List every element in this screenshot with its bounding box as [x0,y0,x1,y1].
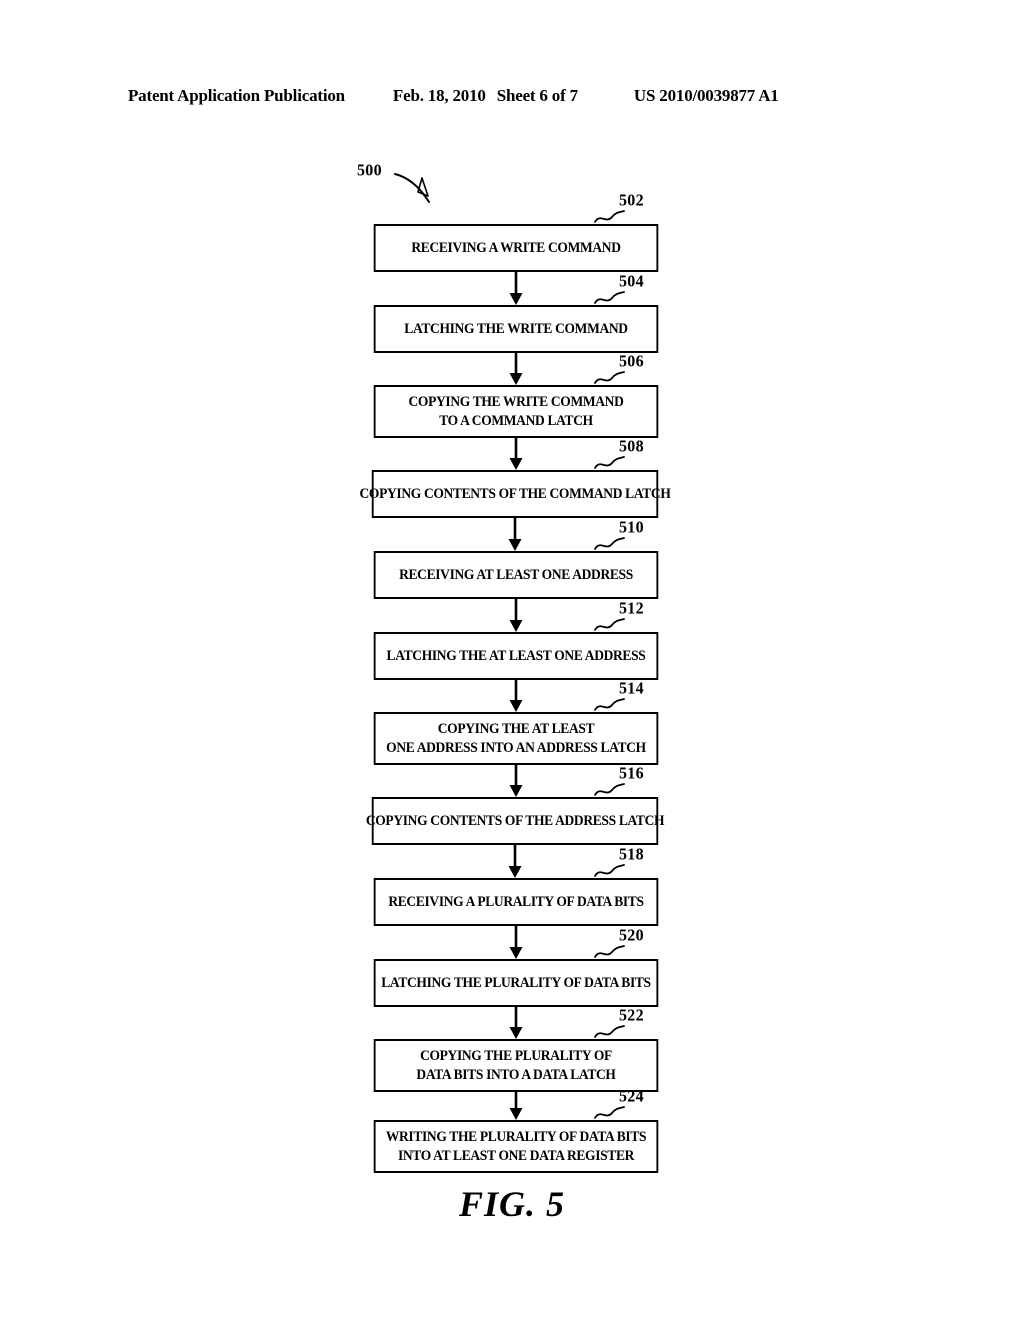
step-label-line: RECEIVING AT LEAST ONE ADDRESS [399,566,633,583]
step-label-line: TO A COMMAND LATCH [439,412,593,429]
step-label-line: COPYING CONTENTS OF THE COMMAND LATCH [359,485,671,502]
step-reference-leader-516 [594,783,625,796]
flowchart-connector-522-to-524 [509,1092,523,1120]
step-reference-number-510: 510 [619,518,644,537]
step-label-line: COPYING THE AT LEAST [437,720,595,737]
flowchart-step-522: COPYING THE PLURALITY OF DATA BITS INTO A… [373,1039,659,1092]
step-label-line: INTO AT LEAST ONE DATA REGISTER [397,1147,635,1164]
step-label-line: DATA BITS INTO A DATA LATCH [416,1066,616,1083]
step-reference-leader-514 [594,698,625,711]
flowchart-connector-514-to-516 [509,765,523,797]
flowchart-step-510: RECEIVING AT LEAST ONE ADDRESS [373,551,659,599]
step-reference-leader-502 [594,210,625,223]
flowchart-connector-504-to-506 [509,353,523,385]
flowchart-step-516: COPYING CONTENTS OF THE ADDRESS LATCH [366,797,664,845]
step-reference-leader-508 [594,456,625,469]
step-reference-number-514: 514 [619,679,644,698]
step-label-line: LATCHING THE AT LEAST ONE ADDRESS [386,647,646,664]
flowchart-step-512: LATCHING THE AT LEAST ONE ADDRESS [373,632,659,680]
step-reference-leader-524 [594,1106,625,1119]
step-label-line: ONE ADDRESS INTO AN ADDRESS LATCH [386,739,646,756]
step-reference-leader-504 [594,291,625,304]
step-reference-number-502: 502 [619,191,644,210]
flowchart-diagram: 500 RECEIVING A WRITE COMMAND 502 LATCHING… [0,0,1024,1320]
step-label-line: COPYING CONTENTS OF THE ADDRESS LATCH [365,812,665,829]
step-label-line: COPYING THE WRITE COMMAND [408,393,624,410]
step-label-line: COPYING THE PLURALITY OF [420,1047,612,1064]
flowchart-connector-502-to-504 [509,272,523,305]
step-reference-leader-506 [594,371,625,384]
flowchart-connector-510-to-512 [509,599,523,632]
step-reference-leader-520 [594,945,625,958]
step-label-line: RECEIVING A WRITE COMMAND [411,239,621,256]
flowchart-step-514: COPYING THE AT LEAST ONE ADDRESS INTO AN … [373,712,659,765]
flowchart-step-508: COPYING CONTENTS OF THE COMMAND LATCH [360,470,671,518]
step-reference-leader-518 [594,864,625,877]
step-reference-number-520: 520 [619,926,644,945]
step-label-line: LATCHING THE PLURALITY OF DATA BITS [381,974,651,991]
step-reference-number-516: 516 [619,764,644,783]
step-reference-number-504: 504 [619,272,644,291]
flowchart-step-506: COPYING THE WRITE COMMAND TO A COMMAND LA… [373,385,659,438]
diagram-reference-number: 500 [357,161,382,180]
flowchart-connector-518-to-520 [509,926,523,959]
flowchart-connector-512-to-514 [509,680,523,712]
step-label-line: LATCHING THE WRITE COMMAND [404,320,628,337]
flowchart-step-504: LATCHING THE WRITE COMMAND [373,305,659,353]
flowchart-connector-516-to-518 [508,845,522,878]
step-label-line: WRITING THE PLURALITY OF DATA BITS [385,1128,647,1145]
step-reference-number-524: 524 [619,1087,644,1106]
step-reference-number-512: 512 [619,599,644,618]
figure-caption: FIG. 5 [458,1184,566,1224]
step-label-line: RECEIVING A PLURALITY OF DATA BITS [388,893,644,910]
step-reference-leader-522 [594,1025,625,1038]
step-reference-leader-510 [594,537,625,550]
flowchart-connector-506-to-508 [509,438,523,470]
flowchart-step-518: RECEIVING A PLURALITY OF DATA BITS [373,878,659,926]
step-reference-leader-512 [594,618,625,631]
step-reference-number-506: 506 [619,352,644,371]
flowchart-step-524: WRITING THE PLURALITY OF DATA BITS INTO A… [373,1120,659,1173]
step-reference-number-518: 518 [619,845,644,864]
step-reference-number-522: 522 [619,1006,644,1025]
flowchart-connector-508-to-510 [508,518,522,551]
flowchart-step-520: LATCHING THE PLURALITY OF DATA BITS [373,959,659,1007]
flowchart-connector-520-to-522 [509,1007,523,1039]
step-reference-number-508: 508 [619,437,644,456]
flowchart-step-502: RECEIVING A WRITE COMMAND [373,224,659,272]
diagram-reference-leader-line [394,173,430,203]
